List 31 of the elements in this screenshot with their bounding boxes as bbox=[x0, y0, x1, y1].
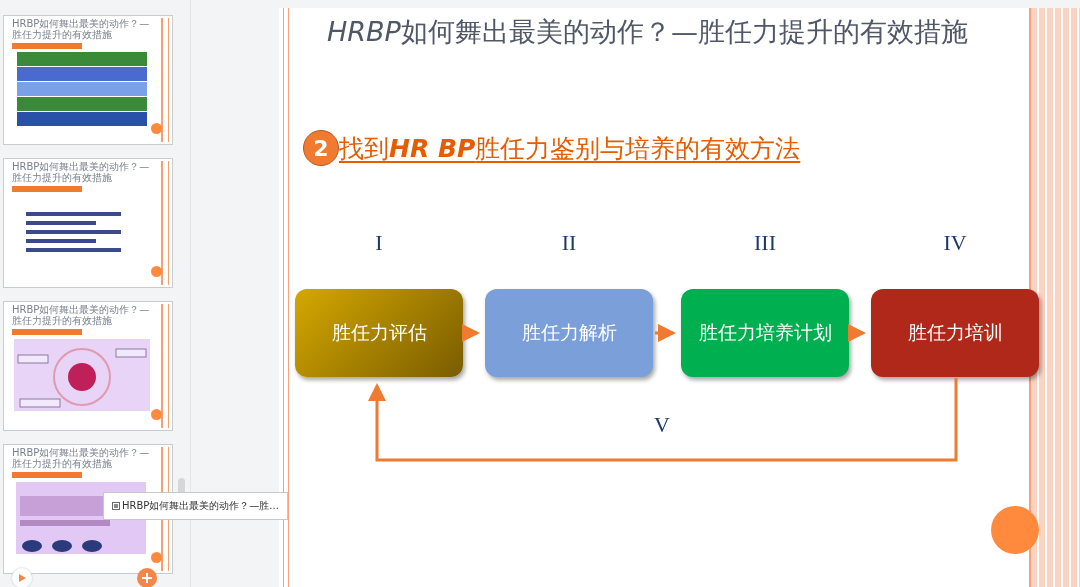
stage-numeral: I bbox=[375, 230, 383, 256]
decor-dot bbox=[151, 123, 162, 134]
decor-dot bbox=[991, 506, 1039, 554]
thumbnail-title: HRBP如何舞出最美的动作？—胜任力提升的有效措施 bbox=[12, 18, 151, 40]
stage-box: 胜任力培训 bbox=[871, 289, 1039, 377]
loop-numeral: V bbox=[654, 412, 670, 438]
thumbnail-title: HRBP如何舞出最美的动作？—胜任力提升的有效措施 bbox=[12, 447, 151, 469]
slide-thumbnail[interactable]: HRBP如何舞出最美的动作？—胜任力提升的有效措施 bbox=[3, 301, 173, 431]
add-slide-button[interactable] bbox=[137, 568, 157, 587]
slide-thumbnail[interactable]: HRBP如何舞出最美的动作？—胜任力提升的有效措施 bbox=[3, 15, 173, 145]
stage-box: 胜任力评估 bbox=[295, 289, 463, 377]
arrow bbox=[655, 324, 676, 342]
stage-box: 胜任力解析 bbox=[485, 289, 653, 377]
thumbnail-title: HRBP如何舞出最美的动作？—胜任力提升的有效措施 bbox=[12, 161, 151, 183]
decor-dot bbox=[151, 552, 162, 563]
stage-numeral: III bbox=[754, 230, 776, 256]
section-number: 2 bbox=[303, 130, 339, 166]
slide-icon bbox=[112, 502, 120, 510]
decor-dot bbox=[151, 266, 162, 277]
stage-numeral: II bbox=[561, 230, 577, 256]
plus-icon bbox=[141, 572, 153, 584]
slide-thumbnail[interactable]: HRBP如何舞出最美的动作？—胜任力提升的有效措施 bbox=[3, 158, 173, 288]
slide-title: HRBP如何舞出最美的动作？—胜任力提升的有效措施 bbox=[327, 15, 969, 49]
stage-box: 胜任力培养计划 bbox=[681, 289, 849, 377]
thumbnail-title: HRBP如何舞出最美的动作？—胜任力提升的有效措施 bbox=[12, 304, 151, 326]
play-button[interactable] bbox=[12, 568, 32, 587]
decor-dot bbox=[151, 409, 162, 420]
section-heading: 找到HR BP胜任力鉴别与培养的有效方法 bbox=[339, 133, 801, 165]
stage-numeral: IV bbox=[943, 230, 967, 256]
arrow bbox=[462, 324, 480, 342]
arrow bbox=[848, 324, 866, 342]
